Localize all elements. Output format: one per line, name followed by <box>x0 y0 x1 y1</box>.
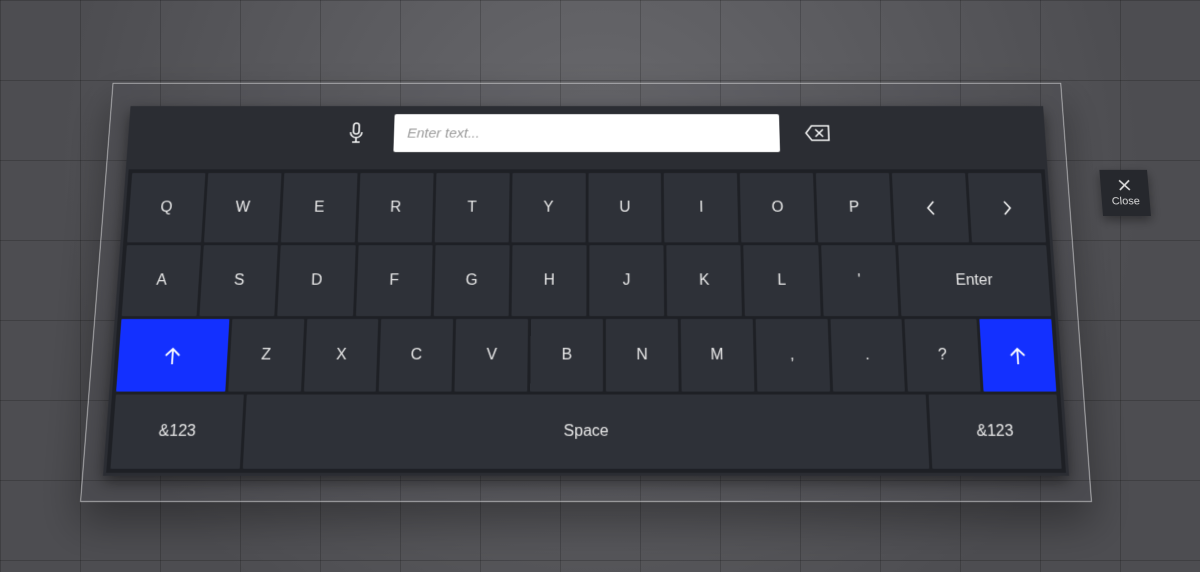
keyboard-row-4: &123 Space &123 <box>110 395 1061 469</box>
key-n[interactable]: N <box>606 319 679 392</box>
key-e[interactable]: E <box>281 173 358 242</box>
key-shift-right[interactable] <box>980 319 1057 392</box>
close-icon <box>1117 178 1132 191</box>
text-input[interactable]: Enter text... <box>393 114 780 152</box>
key-symbols-left[interactable]: &123 <box>110 395 243 469</box>
key-y[interactable]: Y <box>511 173 585 242</box>
key-enter[interactable]: Enter <box>898 245 1051 316</box>
key-u[interactable]: U <box>588 173 662 242</box>
key-o[interactable]: O <box>740 173 815 242</box>
key-space[interactable]: Space <box>242 395 929 469</box>
key-v[interactable]: V <box>455 319 528 392</box>
key-p[interactable]: P <box>816 173 892 242</box>
key-h[interactable]: H <box>511 245 586 316</box>
key-q[interactable]: Q <box>127 173 205 242</box>
key-t[interactable]: T <box>434 173 509 242</box>
key-x[interactable]: X <box>304 319 379 392</box>
key-a[interactable]: A <box>122 245 201 316</box>
backspace-icon[interactable] <box>792 114 842 152</box>
key-d[interactable]: D <box>278 245 356 316</box>
caret-right-icon[interactable] <box>968 173 1046 242</box>
keyboard-row-1: Q W E R T Y U I O P <box>127 173 1046 242</box>
key-shift-left[interactable] <box>116 319 229 392</box>
key-k[interactable]: K <box>667 245 743 316</box>
key-r[interactable]: R <box>358 173 434 242</box>
key-w[interactable]: W <box>204 173 281 242</box>
close-label: Close <box>1111 196 1140 208</box>
key-symbols-right[interactable]: &123 <box>929 395 1062 469</box>
key-period[interactable]: . <box>830 319 905 392</box>
keyboard: Q W E R T Y U I O P <box>106 169 1066 472</box>
keyboard-top-bar: Enter text... <box>126 106 1046 160</box>
key-m[interactable]: M <box>681 319 755 392</box>
keyboard-row-2: A S D F G H J K L ' Enter <box>122 245 1051 316</box>
key-apostrophe[interactable]: ' <box>821 245 898 316</box>
key-g[interactable]: G <box>433 245 509 316</box>
keyboard-row-3: Z X C V B N M , . ? <box>116 319 1056 392</box>
microphone-icon[interactable] <box>331 114 382 152</box>
key-l[interactable]: L <box>744 245 821 316</box>
key-f[interactable]: F <box>356 245 433 316</box>
caret-left-icon[interactable] <box>892 173 969 242</box>
key-i[interactable]: I <box>664 173 739 242</box>
key-question[interactable]: ? <box>905 319 981 392</box>
key-b[interactable]: B <box>530 319 603 392</box>
key-s[interactable]: S <box>200 245 279 316</box>
key-c[interactable]: C <box>379 319 453 392</box>
keyboard-panel-frame: Enter text... Q W E R T Y U <box>80 83 1092 502</box>
keyboard-panel: Enter text... Q W E R T Y U <box>103 106 1069 476</box>
key-z[interactable]: Z <box>228 319 304 392</box>
key-comma[interactable]: , <box>755 319 829 392</box>
key-j[interactable]: J <box>589 245 664 316</box>
close-button[interactable]: Close <box>1099 170 1151 216</box>
